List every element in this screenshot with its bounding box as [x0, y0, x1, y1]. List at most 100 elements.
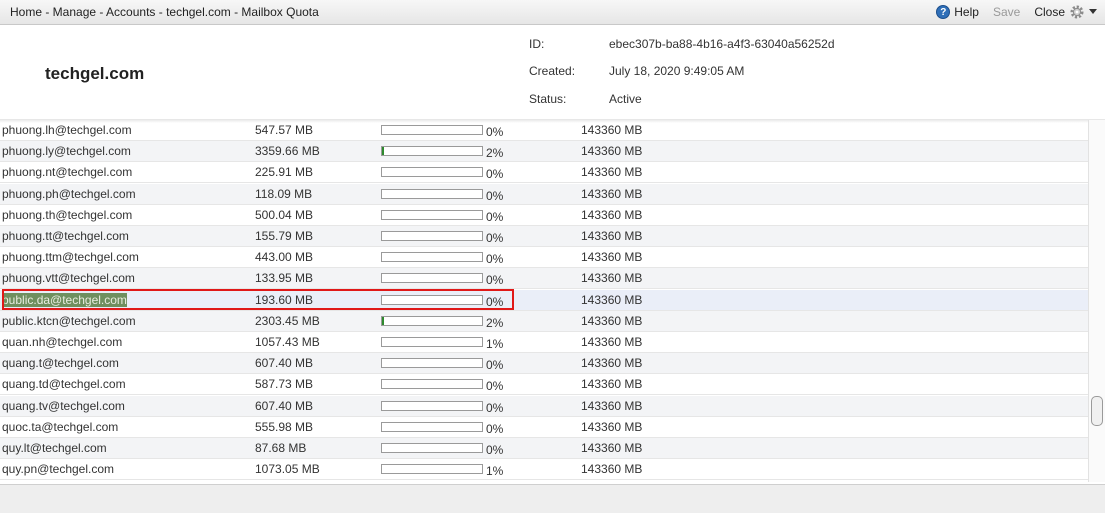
mailbox-size: 607.40 MB: [255, 356, 314, 371]
mailbox-size: 443.00 MB: [255, 250, 314, 265]
account-header: techgel.com ID: ebec307b-ba88-4b16-a4f3-…: [0, 25, 1105, 120]
mailbox-size: 225.91 MB: [255, 165, 314, 180]
usage-percent: 1%: [486, 464, 504, 479]
mailbox-email[interactable]: quang.td@techgel.com: [2, 377, 126, 391]
usage-percent: 0%: [486, 188, 504, 203]
usage-progress-bar: [381, 167, 483, 178]
scrollbar-thumb[interactable]: [1091, 396, 1103, 426]
usage-percent: 2%: [486, 146, 504, 161]
table-row[interactable]: quang.t@techgel.com 607.40 MB 0% 143360 MB: [0, 353, 1088, 375]
id-label: ID:: [529, 37, 545, 51]
table-row[interactable]: quy.lt@techgel.com 87.68 MB 0% 143360 MB: [0, 438, 1088, 459]
mailbox-quota: 143360 MB: [581, 335, 643, 349]
mailbox-email[interactable]: quang.tv@techgel.com: [2, 399, 125, 413]
usage-progress-bar: [381, 125, 483, 135]
gear-icon[interactable]: [1069, 3, 1087, 21]
mailbox-email[interactable]: quy.pn@techgel.com: [2, 462, 114, 476]
usage-percent: 0%: [486, 400, 504, 415]
mailbox-size: 500.04 MB: [255, 207, 314, 222]
vertical-scrollbar[interactable]: [1088, 120, 1105, 482]
table-row[interactable]: quan.nh@techgel.com 1057.43 MB 1% 143360 MB: [0, 332, 1088, 353]
mailbox-quota: 143360 MB: [581, 207, 643, 222]
mailbox-size: 587.73 MB: [255, 377, 314, 392]
mailbox-email[interactable]: public.ktcn@techgel.com: [2, 314, 136, 328]
usage-percent: 0%: [486, 209, 504, 224]
table-row[interactable]: phuong.th@techgel.com 500.04 MB 0% 143360 M…: [0, 205, 1088, 226]
table-row[interactable]: quang.tv@techgel.com 607.40 MB 0% 143360 MB: [0, 395, 1088, 417]
save-button[interactable]: Save: [993, 5, 1020, 19]
usage-percent: 2%: [486, 315, 504, 330]
table-row[interactable]: phuong.nt@techgel.com 225.91 MB 0% 143360 M…: [0, 162, 1088, 184]
mailbox-quota: 143360 MB: [581, 271, 643, 286]
table-row[interactable]: phuong.ttm@techgel.com 443.00 MB 0% 143360 …: [0, 247, 1088, 269]
mailbox-quota: 143360 MB: [581, 419, 643, 434]
status-label: Status:: [529, 92, 567, 106]
mailbox-size: 133.95 MB: [255, 271, 314, 286]
mailbox-quota: 143360 MB: [581, 356, 643, 371]
usage-progress-bar: [381, 379, 483, 390]
usage-percent: 0%: [486, 273, 504, 288]
mailbox-email[interactable]: phuong.ph@techgel.com: [2, 187, 136, 201]
breadcrumb[interactable]: Home - Manage - Accounts - techgel.com -…: [10, 5, 319, 19]
mailbox-email[interactable]: phuong.ttm@techgel.com: [2, 250, 139, 264]
chevron-down-icon[interactable]: [1089, 7, 1099, 17]
mailbox-email[interactable]: quy.lt@techgel.com: [2, 441, 107, 455]
usage-percent: 0%: [486, 252, 504, 267]
usage-progress-bar: [381, 231, 483, 241]
usage-progress-bar: [381, 400, 483, 411]
mailbox-quota: 143360 MB: [581, 144, 643, 159]
mailbox-email[interactable]: phuong.nt@techgel.com: [2, 165, 132, 179]
mailbox-email[interactable]: quan.nh@techgel.com: [2, 335, 122, 349]
mailbox-quota: 143360 MB: [581, 165, 643, 180]
mailbox-size: 607.40 MB: [255, 398, 314, 413]
usage-progress-bar: [381, 358, 483, 369]
usage-progress-fill: [382, 316, 384, 325]
usage-percent: 0%: [486, 231, 504, 245]
mailbox-size: 155.79 MB: [255, 229, 314, 243]
table-row[interactable]: quoc.ta@techgel.com 555.98 MB 0% 143360 MB: [0, 417, 1088, 438]
help-icon[interactable]: ?: [936, 5, 951, 19]
usage-percent: 0%: [486, 443, 504, 457]
table-row[interactable]: quy.pn@techgel.com 1073.05 MB 1% 143360 MB: [0, 459, 1088, 481]
mailbox-quota: 143360 MB: [581, 462, 643, 477]
mailbox-size: 3359.66 MB: [255, 144, 320, 159]
usage-progress-bar: [381, 188, 483, 199]
table-row[interactable]: phuong.tt@techgel.com 155.79 MB 0% 143360 M…: [0, 226, 1088, 247]
close-button[interactable]: Close: [1034, 5, 1065, 19]
mailbox-quota: 143360 MB: [581, 186, 643, 201]
mailbox-email[interactable]: quang.t@techgel.com: [2, 356, 119, 370]
table-row[interactable]: quang.td@techgel.com 587.73 MB 0% 143360 MB: [0, 374, 1088, 396]
table-row[interactable]: phuong.ly@techgel.com 3359.66 MB 2% 143360 …: [0, 141, 1088, 163]
mailbox-quota: 143360 MB: [581, 377, 643, 392]
mailbox-size: 1057.43 MB: [255, 335, 320, 349]
usage-percent: 1%: [486, 337, 504, 351]
mailbox-size: 87.68 MB: [255, 441, 307, 455]
account-name: techgel.com: [45, 64, 145, 83]
toolbar-actions: ? Help Save Close: [936, 3, 1099, 21]
mailbox-quota: 143360 MB: [581, 292, 643, 307]
mailbox-size: 547.57 MB: [255, 123, 314, 137]
mailbox-size: 118.09 MB: [255, 186, 313, 201]
mailbox-size: 2303.45 MB: [255, 313, 320, 328]
mailbox-email[interactable]: phuong.tt@techgel.com: [2, 229, 129, 243]
table-row[interactable]: phuong.lh@techgel.com 547.57 MB 0% 143360 M…: [0, 120, 1088, 141]
mailbox-quota: 143360 MB: [581, 229, 643, 243]
id-value: ebec307b-ba88-4b16-a4f3-63040a56252d: [609, 37, 835, 51]
mailbox-quota: 143360 MB: [581, 441, 643, 455]
mailbox-email[interactable]: quoc.ta@techgel.com: [2, 420, 118, 434]
mailbox-email[interactable]: phuong.ly@techgel.com: [2, 144, 131, 158]
mailbox-quota: 143360 MB: [581, 250, 643, 265]
table-row[interactable]: phuong.vtt@techgel.com 133.95 MB 0% 143360 …: [0, 268, 1088, 290]
top-toolbar: Home - Manage - Accounts - techgel.com -…: [0, 0, 1105, 25]
table-row[interactable]: public.ktcn@techgel.com 2303.45 MB 2% 14336…: [0, 310, 1088, 332]
usage-percent: 0%: [486, 421, 504, 436]
created-value: July 18, 2020 9:49:05 AM: [609, 64, 745, 78]
usage-progress-bar: [381, 443, 483, 453]
mailbox-email[interactable]: phuong.vtt@techgel.com: [2, 271, 135, 285]
mailbox-email[interactable]: phuong.lh@techgel.com: [2, 123, 132, 137]
table-row[interactable]: phuong.ph@techgel.com 118.09 MB 0% 143360 M…: [0, 183, 1088, 205]
mailbox-quota: 143360 MB: [581, 398, 643, 413]
mailbox-email[interactable]: phuong.th@techgel.com: [2, 208, 132, 222]
mailbox-quota: 143360 MB: [581, 123, 643, 137]
help-button[interactable]: Help: [954, 5, 979, 19]
